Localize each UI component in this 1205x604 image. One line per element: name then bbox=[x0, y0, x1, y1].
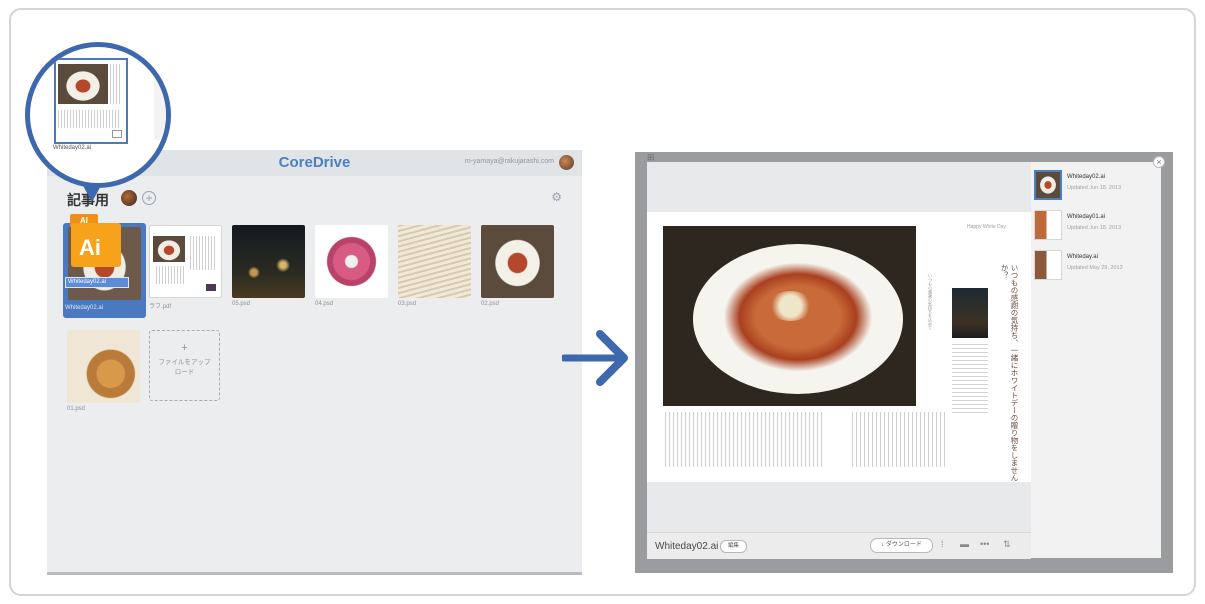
info-icon[interactable]: ⁞ bbox=[941, 539, 944, 549]
more-icon[interactable]: ••• bbox=[980, 539, 989, 549]
coredrive-app-window: CoreDrive m-yamaya@rakujarashi.com 記事用 +… bbox=[47, 150, 582, 575]
document-page: Happy White Day いつもの感謝の気持ちを込めて いつもの感謝の気持… bbox=[647, 212, 1031, 482]
pasta-photo bbox=[663, 226, 916, 406]
magnified-thumbnail bbox=[54, 58, 128, 144]
file-name: 05.psd bbox=[232, 301, 251, 307]
page-vertical-title: いつもの感謝の気持ち、一緒にホワイトデーの贈り物をしませんか？ bbox=[1000, 264, 1019, 482]
arrow-right-icon bbox=[562, 330, 628, 386]
file-name: 04.psd bbox=[315, 301, 334, 307]
file-item-04[interactable]: 04.psd bbox=[315, 225, 388, 309]
preview-footer: Whiteday02.ai 編集 ↓ ダウンロード ⁞ ▬ ••• ⇅ bbox=[647, 532, 1031, 559]
file-name: 03.psd bbox=[398, 301, 417, 307]
document-preview-window: ⊞ Happy White Day いつもの感謝の気持ちを込めて いつもの感謝の… bbox=[635, 152, 1173, 573]
body-text-left bbox=[665, 412, 825, 467]
file-name: 02.psd bbox=[481, 301, 500, 307]
version-thumbnail bbox=[1034, 210, 1062, 240]
file-thumbnail bbox=[149, 225, 222, 298]
file-item-01[interactable]: 01.psd bbox=[67, 330, 140, 414]
add-member-button[interactable]: + bbox=[142, 191, 156, 205]
plus-icon: + bbox=[181, 342, 188, 354]
sidebar-item-whiteday01[interactable]: Whiteday01.ai Updated Jun 18, 2013 bbox=[1031, 208, 1161, 244]
folder-member-avatar[interactable] bbox=[121, 190, 137, 206]
upload-label: ファイルをアップロード bbox=[158, 359, 211, 376]
comment-icon[interactable]: ▬ bbox=[960, 539, 969, 549]
file-name: ラフ.pdf bbox=[149, 304, 172, 310]
sidebar-item-whiteday[interactable]: Whiteday.ai Updated May 29, 2013 bbox=[1031, 248, 1161, 284]
magnifier-callout: Whiteday02.ai bbox=[25, 42, 171, 188]
file-thumbnail bbox=[398, 225, 471, 298]
download-button[interactable]: ↓ ダウンロード bbox=[870, 538, 933, 553]
grid-icon[interactable]: ⊞ bbox=[647, 152, 655, 162]
document-name: Whiteday02.ai bbox=[655, 541, 719, 552]
file-name: 01.psd bbox=[67, 406, 86, 412]
page-subtitle: いつもの感謝の気持ちを込めて bbox=[928, 274, 933, 330]
file-thumbnail bbox=[232, 225, 305, 298]
file-thumbnail bbox=[315, 225, 388, 298]
file-thumbnail bbox=[481, 225, 554, 298]
file-item-rough-pdf[interactable]: ラフ.pdf bbox=[149, 225, 222, 310]
edit-button[interactable]: 編集 bbox=[720, 540, 747, 553]
magnified-file-name: Whiteday02.ai bbox=[53, 145, 92, 151]
preview-main: Happy White Day いつもの感謝の気持ちを込めて いつもの感謝の気持… bbox=[647, 162, 1031, 559]
version-thumbnail bbox=[1034, 250, 1062, 280]
gear-icon[interactable]: ⚙ bbox=[551, 190, 562, 204]
version-name: Whiteday02.ai bbox=[1067, 174, 1106, 180]
version-date: Updated Jun 18, 2013 bbox=[1067, 185, 1122, 191]
version-sidebar: Whiteday02.ai Updated Jun 18, 2013 White… bbox=[1031, 162, 1161, 558]
night-photo bbox=[952, 288, 988, 338]
version-thumbnail bbox=[1034, 170, 1062, 200]
file-thumbnail bbox=[67, 330, 140, 403]
version-name: Whiteday01.ai bbox=[1067, 214, 1106, 220]
file-item-02[interactable]: 02.psd bbox=[481, 225, 554, 309]
body-text-right bbox=[852, 412, 947, 467]
selected-file-label: Whiteday02.ai bbox=[65, 277, 129, 288]
close-icon[interactable]: × bbox=[1153, 156, 1165, 168]
page-logo: Happy White Day bbox=[967, 224, 1006, 230]
version-date: Updated Jun 18, 2013 bbox=[1067, 225, 1122, 231]
selected-file-name: Whiteday02.ai bbox=[65, 305, 104, 311]
user-email[interactable]: m-yamaya@rakujarashi.com bbox=[465, 158, 554, 165]
sort-icon[interactable]: ⇅ bbox=[1003, 539, 1011, 550]
upload-file-button[interactable]: + ファイルをアップロード bbox=[149, 330, 220, 401]
version-date: Updated May 29, 2013 bbox=[1067, 265, 1123, 271]
ai-badge-label: Ai bbox=[79, 235, 101, 260]
sidebar-item-whiteday02[interactable]: Whiteday02.ai Updated Jun 18, 2013 bbox=[1031, 168, 1161, 204]
comment-icon bbox=[112, 130, 122, 138]
user-avatar[interactable] bbox=[559, 155, 574, 170]
file-item-05[interactable]: 05.psd bbox=[232, 225, 305, 309]
file-item-03[interactable]: 03.psd bbox=[398, 225, 471, 309]
version-name: Whiteday.ai bbox=[1067, 254, 1098, 260]
illustrator-icon: Ai bbox=[71, 223, 121, 267]
